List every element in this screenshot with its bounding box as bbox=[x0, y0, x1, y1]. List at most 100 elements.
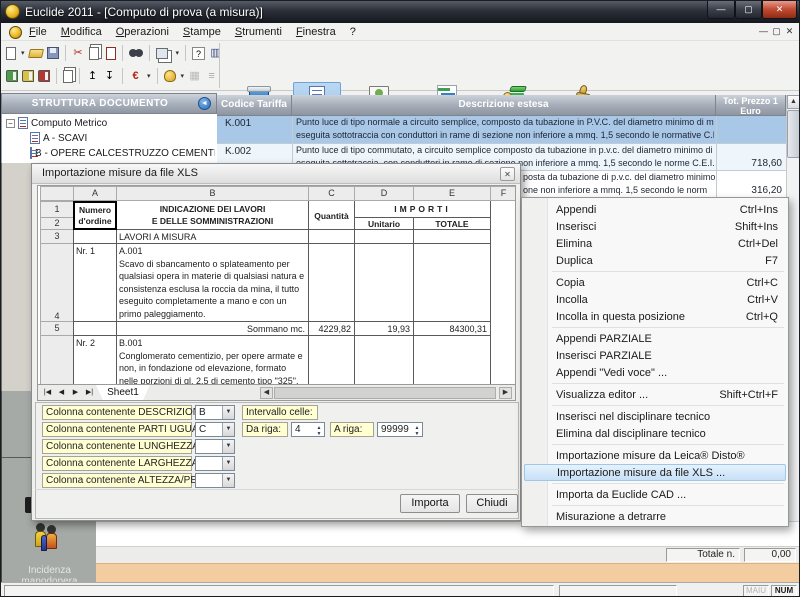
hscroll-thumb[interactable] bbox=[274, 387, 496, 399]
dropdown-arrow-icon[interactable]: ▼ bbox=[222, 457, 234, 470]
dropdown-arrow-icon[interactable]: ▼ bbox=[222, 423, 234, 436]
cell-e-header[interactable]: TOTALE bbox=[414, 218, 490, 231]
minimize-button[interactable]: — bbox=[707, 1, 735, 19]
menu-item-misurazione-detrarre[interactable]: Misurazione a detrarre bbox=[522, 508, 788, 525]
chiudi-button[interactable]: Chiudi bbox=[466, 494, 518, 513]
euro-dropdown-icon[interactable]: ▾ bbox=[147, 72, 151, 80]
menu-item-importa-euclide-cad[interactable]: Importa da Euclide CAD ... bbox=[522, 486, 788, 503]
new-dropdown-icon[interactable]: ▾ bbox=[21, 49, 25, 57]
dropdown-arrow-icon[interactable]: ▼ bbox=[222, 440, 234, 453]
menu-file[interactable]: File bbox=[22, 24, 54, 40]
menu-strumenti[interactable]: Strumenti bbox=[228, 24, 289, 40]
grid-col-header-f[interactable]: F bbox=[490, 186, 516, 201]
dropdown-arrow-icon[interactable]: ▼ bbox=[222, 406, 234, 419]
nav-next-button[interactable]: ▶ bbox=[69, 387, 82, 399]
cell-lavori-a-misura[interactable]: LAVORI A MISURA bbox=[119, 231, 307, 244]
tree-item-a-scavi[interactable]: A - SCAVI bbox=[30, 132, 87, 144]
delete-grid-icon[interactable]: ▦ bbox=[188, 69, 201, 83]
cell-quantita-value[interactable]: 4229,82 bbox=[309, 323, 351, 336]
spreadsheet-preview[interactable]: A B C D E F 1 2 3 4 5 bbox=[37, 185, 516, 385]
cell-a001-desc[interactable]: A.001 Scavo di sbancamento o splateament… bbox=[119, 245, 306, 321]
dialog-close-button[interactable]: ✕ bbox=[500, 167, 515, 181]
price-list-euro-icon[interactable]: € bbox=[129, 69, 142, 83]
cell-d-header[interactable]: Unitario bbox=[355, 218, 413, 231]
menu-item-incolla[interactable]: IncollaCtrl+V bbox=[522, 291, 788, 308]
move-top-icon[interactable]: ↥ bbox=[86, 69, 99, 83]
grid-col-header-c[interactable]: C bbox=[308, 186, 355, 201]
tree-item-computo-metrico[interactable]: − Computo Metrico bbox=[6, 117, 107, 129]
export-green-icon[interactable] bbox=[6, 70, 18, 82]
menu-modifica[interactable]: Modifica bbox=[54, 24, 109, 40]
export-yellow-icon[interactable] bbox=[22, 70, 34, 82]
importa-button[interactable]: Importa bbox=[400, 494, 460, 513]
lunghezza-column-select[interactable]: ▼ bbox=[195, 439, 235, 454]
cell-de-header[interactable]: IMPORTI bbox=[355, 203, 490, 216]
tree-item-label[interactable]: Computo Metrico bbox=[31, 118, 107, 129]
sort-icon[interactable]: ≡ bbox=[205, 69, 218, 83]
new-document-icon[interactable] bbox=[6, 47, 16, 60]
move-bottom-icon[interactable]: ↧ bbox=[103, 69, 116, 83]
column-properties-icon[interactable]: ▥ bbox=[209, 46, 222, 60]
parti-uguali-column-select[interactable]: C ▼ bbox=[195, 422, 235, 437]
grid-col-header-d[interactable]: D bbox=[354, 186, 414, 201]
spin-down-icon[interactable]: ▼ bbox=[315, 431, 323, 437]
cut-item-icon[interactable]: ✂ bbox=[72, 46, 85, 60]
menu-item-inserisci-disciplinare[interactable]: Inserisci nel disciplinare tecnico bbox=[522, 408, 788, 425]
grid-corner-cell[interactable] bbox=[40, 186, 74, 201]
cell-nr1[interactable]: Nr. 1 bbox=[76, 245, 114, 258]
cell-sommano[interactable]: Sommano mc. bbox=[119, 323, 305, 336]
da-riga-spinner[interactable]: 4 ▲ ▼ bbox=[291, 422, 325, 437]
cell-c-header[interactable]: Quantità bbox=[309, 210, 354, 223]
menu-item-appendi-vedi-voce[interactable]: Appendi "Vedi voce" ... bbox=[522, 364, 788, 381]
a-riga-spinner[interactable]: 99999 ▲ ▼ bbox=[377, 422, 423, 437]
menu-item-elimina-disciplinare[interactable]: Elimina dal disciplinare tecnico bbox=[522, 425, 788, 442]
descrizione-column-select[interactable]: B ▼ bbox=[195, 405, 235, 420]
update-dropdown-icon[interactable]: ▾ bbox=[181, 72, 185, 80]
grid-col-header-e[interactable]: E bbox=[413, 186, 491, 201]
menu-item-inserisci[interactable]: InserisciShift+Ins bbox=[522, 218, 788, 235]
cell-totale-value[interactable]: 84300,31 bbox=[414, 323, 487, 336]
print-icon[interactable] bbox=[38, 70, 50, 82]
table-row[interactable]: K.001 Punto luce di tipo normale a circu… bbox=[217, 116, 786, 143]
paste-item-icon[interactable] bbox=[106, 47, 116, 60]
cell-nr2[interactable]: Nr. 2 bbox=[76, 337, 114, 350]
menu-item-appendi-parziale[interactable]: Appendi PARZIALE bbox=[522, 330, 788, 347]
grid-col-header-a[interactable]: A bbox=[73, 186, 117, 201]
column-header-codice[interactable]: Codice Tariffa bbox=[217, 95, 292, 116]
column-header-descrizione[interactable]: Descrizione estesa bbox=[292, 95, 716, 116]
cell-b001-desc[interactable]: B.001 Conglomerato cementizio, per opere… bbox=[119, 337, 306, 385]
copy-pages-icon[interactable] bbox=[63, 70, 73, 83]
scrollbar-up-button[interactable]: ▲ bbox=[787, 95, 800, 109]
menu-stampe[interactable]: Stampe bbox=[176, 24, 228, 40]
menu-item-copia[interactable]: CopiaCtrl+C bbox=[522, 274, 788, 291]
window-layout-dropdown-icon[interactable]: ▾ bbox=[176, 49, 180, 57]
hscroll-right-button[interactable]: ▶ bbox=[499, 387, 512, 399]
mdi-restore-button[interactable]: ▢ bbox=[770, 26, 783, 37]
grid-row-header-1[interactable]: 1 bbox=[40, 201, 74, 218]
scrollbar-thumb[interactable] bbox=[787, 110, 800, 158]
mdi-minimize-button[interactable]: — bbox=[757, 26, 770, 37]
close-button[interactable]: ✕ bbox=[762, 1, 797, 19]
sheet1-tab[interactable]: Sheet1 bbox=[96, 385, 150, 400]
save-icon[interactable] bbox=[47, 47, 59, 59]
grid-row-header-3[interactable]: 3 bbox=[40, 229, 74, 244]
menu-help[interactable]: ? bbox=[343, 24, 363, 40]
menu-item-incolla-posizione[interactable]: Incolla in questa posizioneCtrl+Q bbox=[522, 308, 788, 325]
menu-item-elimina[interactable]: EliminaCtrl+Del bbox=[522, 235, 788, 252]
larghezza-column-select[interactable]: ▼ bbox=[195, 456, 235, 471]
nav-last-button[interactable]: ▶| bbox=[83, 387, 96, 399]
tree-collapse-icon[interactable]: − bbox=[6, 119, 15, 128]
dialog-title-bar[interactable]: Importazione misure da file XLS bbox=[32, 164, 520, 184]
open-folder-icon[interactable] bbox=[28, 49, 44, 58]
menu-item-inserisci-parziale[interactable]: Inserisci PARZIALE bbox=[522, 347, 788, 364]
update-prices-icon[interactable] bbox=[164, 70, 176, 82]
maximize-button[interactable]: ▢ bbox=[735, 1, 762, 19]
cell-unitario-value[interactable]: 19,93 bbox=[355, 323, 410, 336]
hscroll-left-button[interactable]: ◀ bbox=[260, 387, 273, 399]
help-icon[interactable]: ? bbox=[192, 47, 205, 60]
copy-item-icon[interactable] bbox=[89, 47, 99, 60]
tree-item-label[interactable]: B - OPERE CALCESTRUZZO CEMENTIZ bbox=[35, 148, 215, 159]
find-icon[interactable] bbox=[129, 49, 143, 58]
menu-finestra[interactable]: Finestra bbox=[289, 24, 343, 40]
cell-b-header[interactable]: INDICAZIONE DEI LAVORI E DELLE SOMMINIST… bbox=[117, 203, 308, 227]
